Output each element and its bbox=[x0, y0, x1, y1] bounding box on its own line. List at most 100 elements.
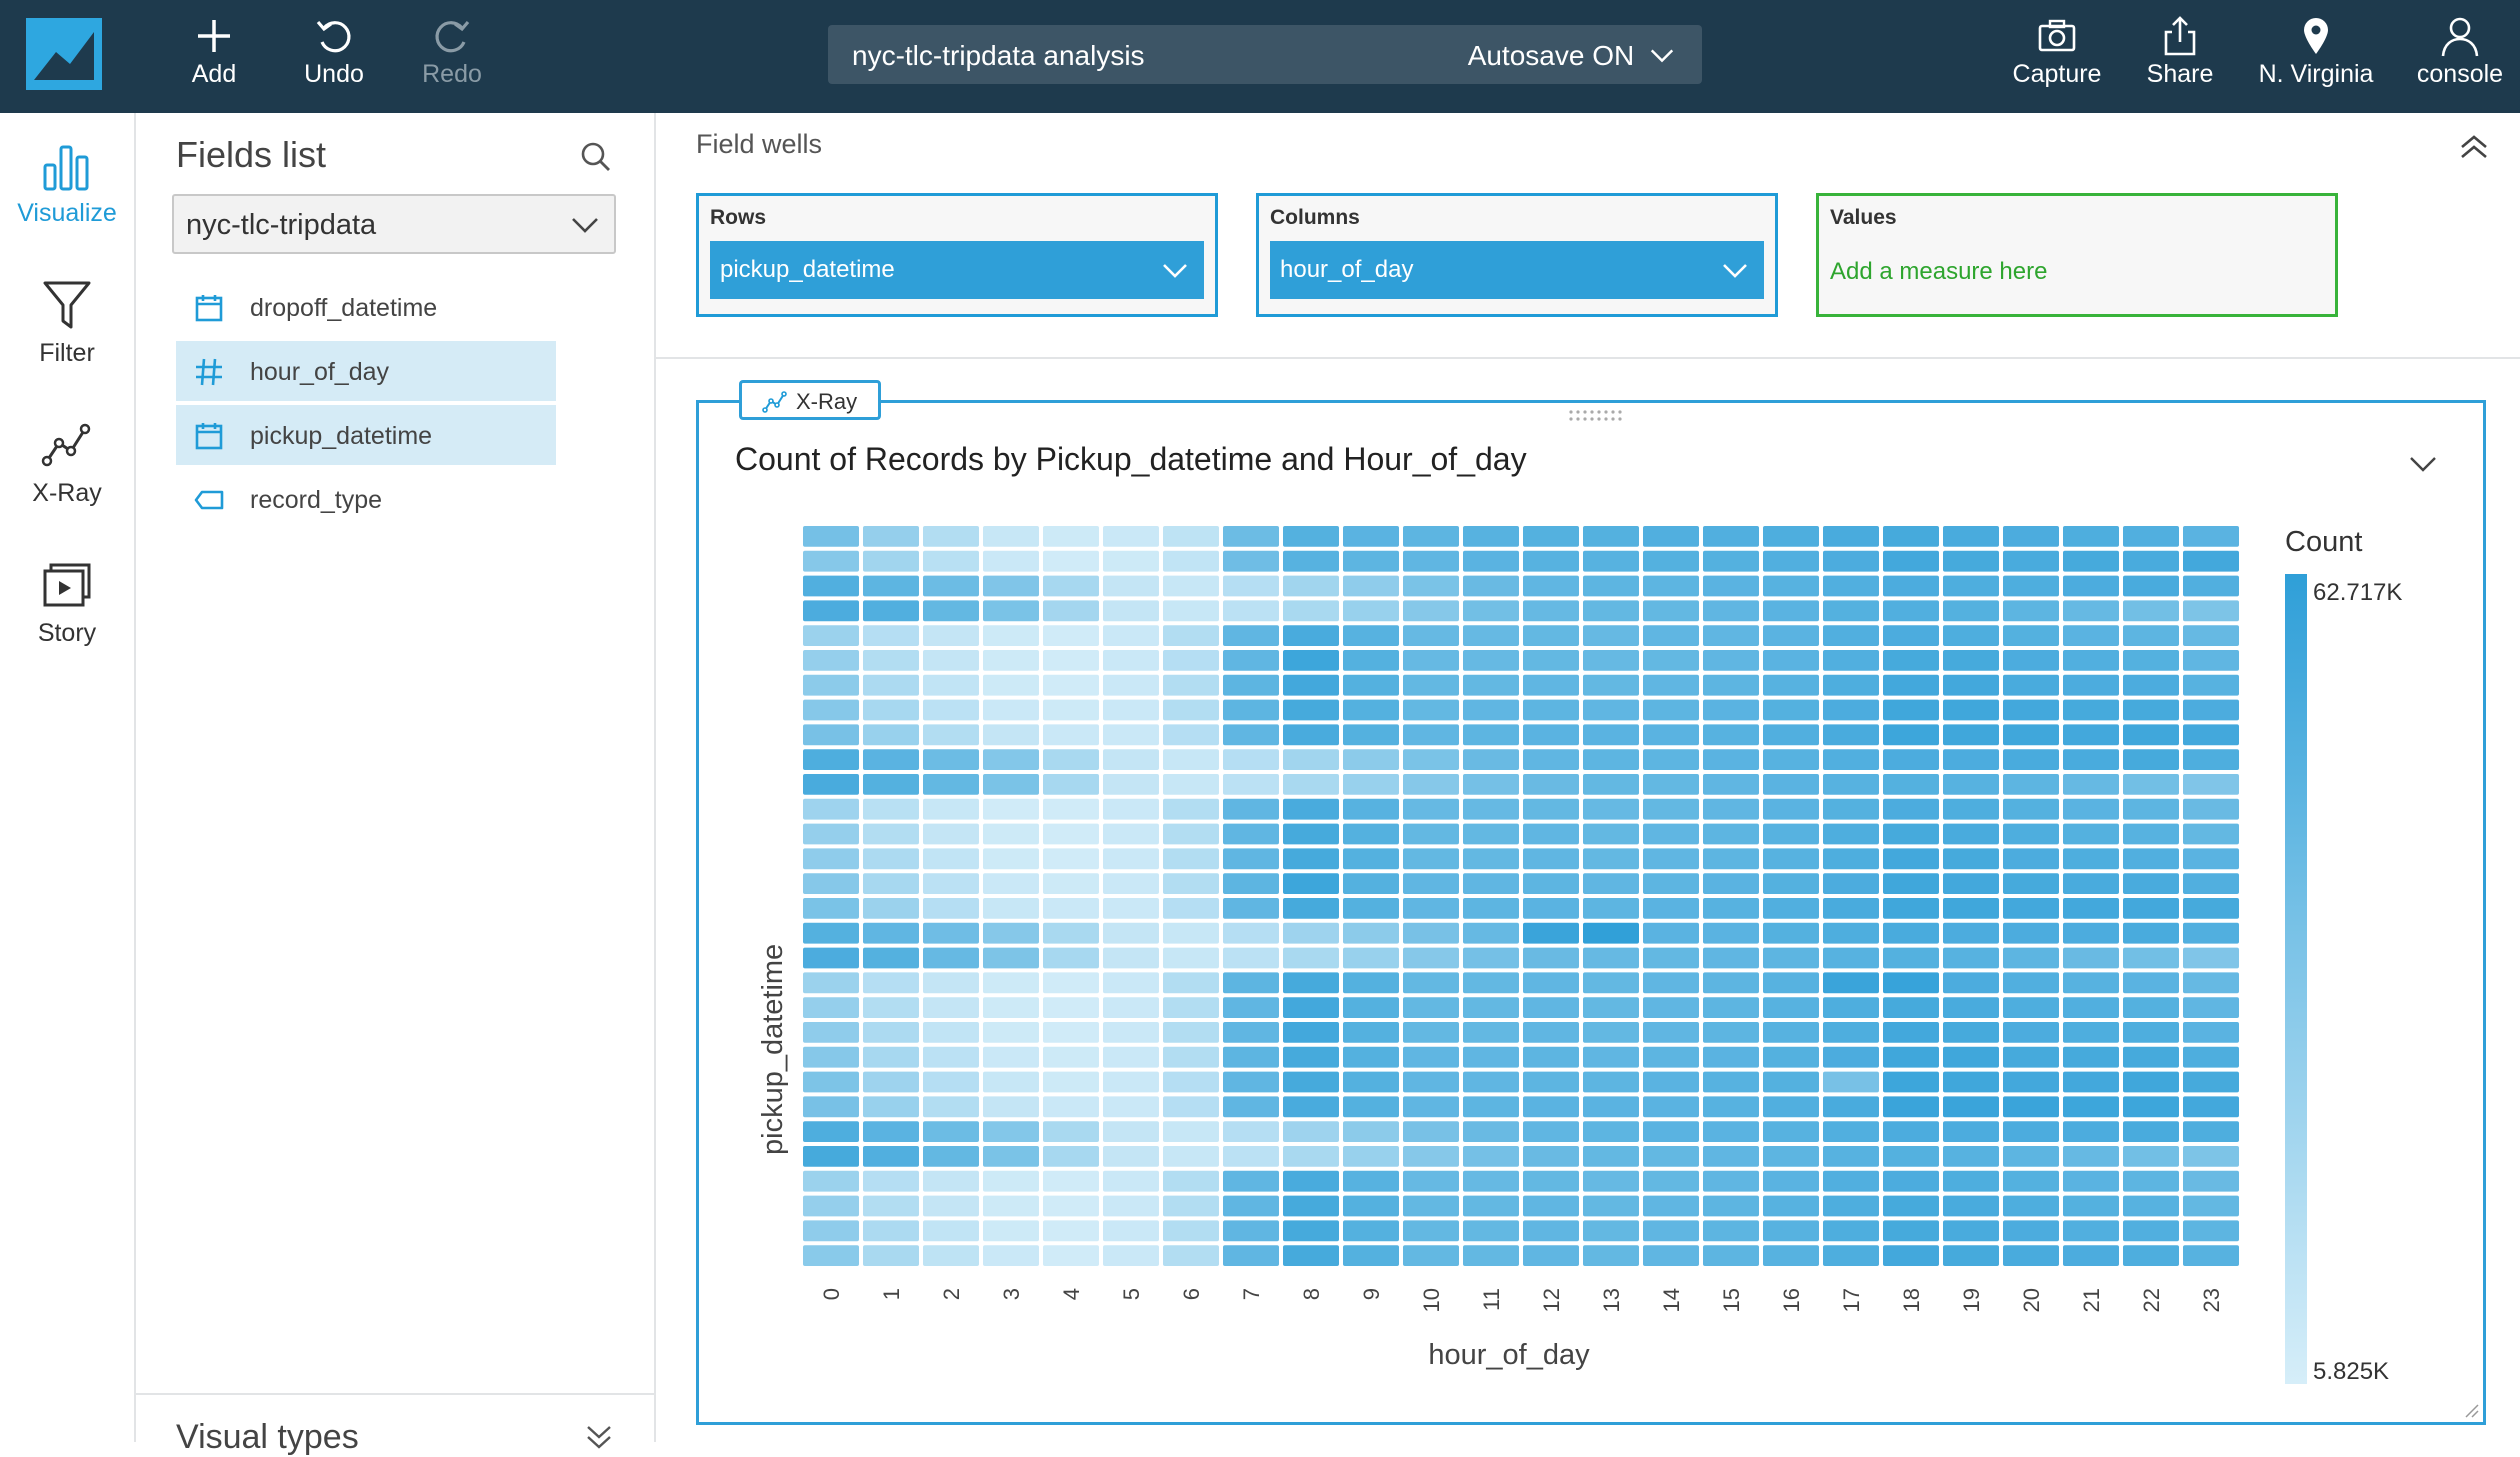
heatmap-cell[interactable] bbox=[1883, 774, 1939, 795]
heatmap-cell[interactable] bbox=[1283, 947, 1339, 969]
heatmap-cell[interactable] bbox=[2003, 972, 2059, 994]
heatmap-cell[interactable] bbox=[1223, 575, 1279, 597]
heatmap-cell[interactable] bbox=[863, 575, 919, 597]
heatmap-cell[interactable] bbox=[1943, 798, 1999, 820]
heatmap-cell[interactable] bbox=[863, 898, 919, 919]
heatmap-cell[interactable] bbox=[983, 1170, 1039, 1192]
heatmap-cell[interactable] bbox=[803, 848, 859, 870]
heatmap-cell[interactable] bbox=[1463, 724, 1519, 746]
heatmap-cell[interactable] bbox=[1883, 1121, 1939, 1142]
heatmap-cell[interactable] bbox=[1823, 1071, 1879, 1093]
heatmap-cell[interactable] bbox=[2183, 947, 2239, 969]
heatmap-cell[interactable] bbox=[1523, 699, 1579, 721]
heatmap-cell[interactable] bbox=[1763, 526, 1819, 547]
heatmap-cell[interactable] bbox=[2183, 1046, 2239, 1068]
heatmap-cell[interactable] bbox=[1103, 947, 1159, 969]
heatmap-cell[interactable] bbox=[1523, 1022, 1579, 1043]
heatmap-cell[interactable] bbox=[803, 650, 859, 671]
heatmap-cell[interactable] bbox=[2123, 947, 2179, 969]
heatmap-cell[interactable] bbox=[1163, 898, 1219, 919]
heatmap-cell[interactable] bbox=[1583, 699, 1639, 721]
heatmap-cell[interactable] bbox=[803, 997, 859, 1018]
heatmap-cell[interactable] bbox=[1823, 848, 1879, 870]
heatmap-cell[interactable] bbox=[1583, 823, 1639, 845]
heatmap-cell[interactable] bbox=[1703, 997, 1759, 1018]
heatmap-cell[interactable] bbox=[1883, 1220, 1939, 1242]
heatmap-cell[interactable] bbox=[1403, 1245, 1459, 1266]
heatmap-cell[interactable] bbox=[1103, 1071, 1159, 1093]
heatmap-cell[interactable] bbox=[1283, 823, 1339, 845]
heatmap-cell[interactable] bbox=[1523, 526, 1579, 547]
heatmap-cell[interactable] bbox=[1343, 1071, 1399, 1093]
heatmap-cell[interactable] bbox=[2003, 848, 2059, 870]
heatmap-cell[interactable] bbox=[1823, 699, 1879, 721]
heatmap-cell[interactable] bbox=[1403, 749, 1459, 770]
heatmap-cell[interactable] bbox=[2003, 947, 2059, 969]
heatmap-cell[interactable] bbox=[1463, 1071, 1519, 1093]
heatmap-cell[interactable] bbox=[1883, 699, 1939, 721]
heatmap-cell[interactable] bbox=[2183, 774, 2239, 795]
heatmap-cell[interactable] bbox=[803, 699, 859, 721]
heatmap-cell[interactable] bbox=[1343, 1046, 1399, 1068]
heatmap-cell[interactable] bbox=[923, 823, 979, 845]
heatmap-cell[interactable] bbox=[1643, 1245, 1699, 1266]
heatmap-cell[interactable] bbox=[1703, 798, 1759, 820]
heatmap-cell[interactable] bbox=[1643, 1121, 1699, 1142]
heatmap-cell[interactable] bbox=[1883, 798, 1939, 820]
heatmap-cell[interactable] bbox=[923, 798, 979, 820]
heatmap-cell[interactable] bbox=[1043, 1022, 1099, 1043]
heatmap-cell[interactable] bbox=[1103, 1170, 1159, 1192]
heatmap-cell[interactable] bbox=[1403, 798, 1459, 820]
heatmap-cell[interactable] bbox=[1403, 550, 1459, 572]
heatmap-cell[interactable] bbox=[1343, 625, 1399, 646]
heatmap-cell[interactable] bbox=[1343, 550, 1399, 572]
heatmap-cell[interactable] bbox=[1223, 1071, 1279, 1093]
heatmap-cell[interactable] bbox=[2183, 848, 2239, 870]
heatmap-cell[interactable] bbox=[1043, 873, 1099, 894]
heatmap-cell[interactable] bbox=[1883, 674, 1939, 696]
heatmap-cell[interactable] bbox=[1223, 1170, 1279, 1192]
heatmap-cell[interactable] bbox=[1943, 1146, 1999, 1167]
heatmap-cell[interactable] bbox=[1103, 674, 1159, 696]
heatmap-cell[interactable] bbox=[1103, 550, 1159, 572]
heatmap-cell[interactable] bbox=[923, 1220, 979, 1242]
heatmap-cell[interactable] bbox=[1343, 997, 1399, 1018]
heatmap-cell[interactable] bbox=[2063, 749, 2119, 770]
heatmap-cell[interactable] bbox=[1823, 550, 1879, 572]
heatmap-cell[interactable] bbox=[1463, 1121, 1519, 1142]
heatmap-cell[interactable] bbox=[1043, 650, 1099, 671]
heatmap-cell[interactable] bbox=[1643, 1220, 1699, 1242]
heatmap-cell[interactable] bbox=[2183, 798, 2239, 820]
heatmap-cell[interactable] bbox=[923, 997, 979, 1018]
heatmap-cell[interactable] bbox=[1223, 1195, 1279, 1217]
heatmap-cell[interactable] bbox=[1643, 674, 1699, 696]
heatmap-cell[interactable] bbox=[983, 674, 1039, 696]
heatmap-cell[interactable] bbox=[1103, 798, 1159, 820]
field-hour-of-day[interactable]: hour_of_day bbox=[176, 341, 556, 401]
heatmap-cell[interactable] bbox=[1463, 526, 1519, 547]
heatmap-cell[interactable] bbox=[1163, 1096, 1219, 1118]
heatmap-cell[interactable] bbox=[1703, 1121, 1759, 1142]
heatmap-cell[interactable] bbox=[1943, 674, 1999, 696]
heatmap-cell[interactable] bbox=[1043, 625, 1099, 646]
heatmap-cell[interactable] bbox=[2123, 650, 2179, 671]
heatmap-cell[interactable] bbox=[1583, 898, 1639, 919]
heatmap-cell[interactable] bbox=[1403, 898, 1459, 919]
heatmap-cell[interactable] bbox=[1943, 898, 1999, 919]
heatmap-cell[interactable] bbox=[1703, 1022, 1759, 1043]
heatmap-cell[interactable] bbox=[1703, 823, 1759, 845]
heatmap-cell[interactable] bbox=[2183, 749, 2239, 770]
region-selector[interactable]: N. Virginia bbox=[2258, 14, 2374, 100]
heatmap-cell[interactable] bbox=[1283, 1170, 1339, 1192]
heatmap-cell[interactable] bbox=[1583, 997, 1639, 1018]
heatmap-cell[interactable] bbox=[803, 1046, 859, 1068]
heatmap-cell[interactable] bbox=[1343, 972, 1399, 994]
heatmap-cell[interactable] bbox=[1223, 1121, 1279, 1142]
heatmap-cell[interactable] bbox=[803, 600, 859, 622]
heatmap-cell[interactable] bbox=[1043, 823, 1099, 845]
heatmap-cell[interactable] bbox=[1643, 947, 1699, 969]
heatmap-cell[interactable] bbox=[1763, 798, 1819, 820]
heatmap-cell[interactable] bbox=[1943, 575, 1999, 597]
heatmap-cell[interactable] bbox=[1763, 997, 1819, 1018]
heatmap-cell[interactable] bbox=[983, 823, 1039, 845]
